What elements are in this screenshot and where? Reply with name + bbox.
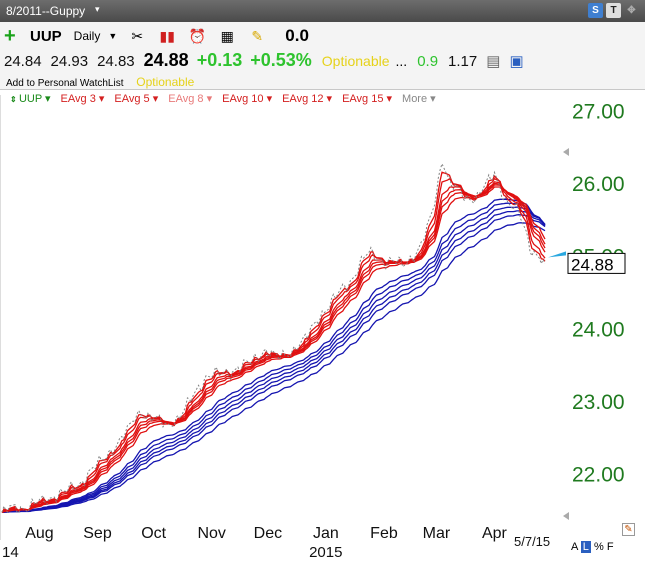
short-ema-line — [1, 177, 546, 513]
short-ema-line — [1, 182, 546, 513]
x-tick-label: Dec — [254, 525, 282, 542]
long-ema-line — [1, 210, 546, 514]
year-label-2015: 2015 — [309, 544, 342, 561]
scale-f[interactable]: F — [607, 541, 614, 553]
year-label-2014: 14 — [2, 544, 19, 561]
price-marker-icon — [548, 251, 566, 258]
y-tick-label: 22.00 — [572, 463, 625, 486]
chart-scale-controls[interactable]: A L % F — [571, 541, 614, 553]
x-tick-label: Oct — [141, 525, 166, 542]
price-chart[interactable]: 27.0026.0025.0024.0023.0022.0024.88AugSe… — [0, 0, 645, 565]
short-ema-line — [1, 171, 546, 513]
long-ema-line — [1, 214, 546, 514]
x-tick-label: Mar — [423, 525, 451, 542]
x-tick-label: Jan — [313, 525, 339, 542]
short-ema-line — [1, 184, 546, 513]
scale-a[interactable]: A — [571, 541, 578, 553]
y-tick-label: 27.00 — [572, 101, 625, 124]
x-tick-label: Aug — [25, 525, 53, 542]
scroll-down-icon — [563, 512, 569, 520]
y-tick-label: 23.00 — [572, 391, 625, 414]
scroll-up-icon — [563, 148, 569, 156]
long-ema-line — [1, 222, 546, 514]
x-tick-label: Nov — [197, 525, 225, 542]
y-tick-label: 24.00 — [572, 318, 625, 341]
scale-l[interactable]: L — [580, 541, 591, 553]
x-tick-label: Apr — [482, 525, 508, 542]
scale-pct[interactable]: % — [594, 541, 604, 553]
last-price-label: 24.88 — [571, 255, 614, 274]
edit-icon[interactable]: ✎ — [622, 523, 635, 536]
short-ema-line — [1, 181, 546, 513]
end-date-label: 5/7/15 — [514, 534, 550, 549]
y-tick-label: 26.00 — [572, 173, 625, 196]
x-tick-label: Sep — [83, 525, 112, 542]
x-tick-label: Feb — [370, 525, 398, 542]
price-line — [1, 162, 546, 514]
